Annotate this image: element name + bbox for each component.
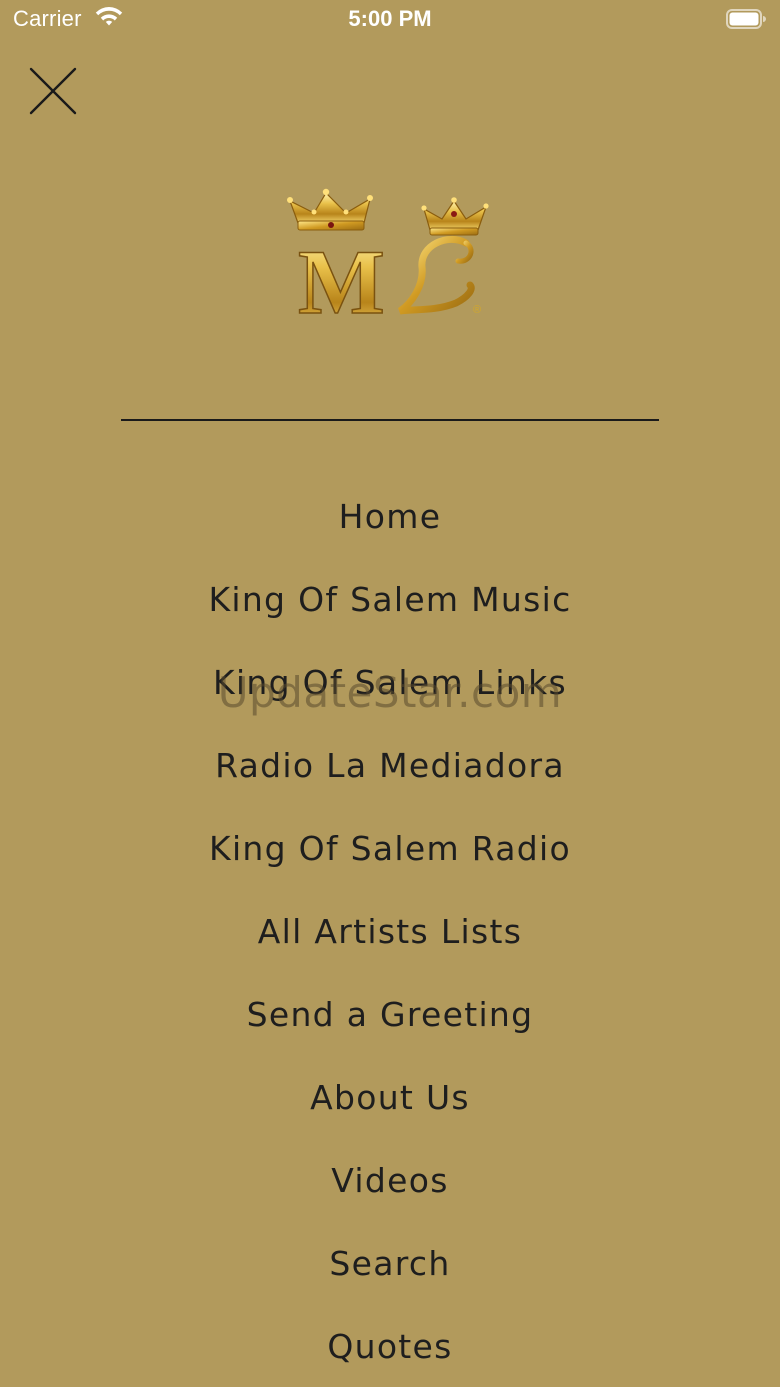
logo-monogram: M — [298, 231, 385, 325]
close-icon — [29, 67, 77, 115]
menu-item-king-of-salem-music[interactable]: King Of Salem Music — [0, 570, 780, 630]
menu-item-quotes[interactable]: Quotes — [0, 1317, 780, 1377]
crown-logo-icon: M ® — [287, 188, 489, 334]
menu-item-radio-la-mediadora[interactable]: Radio La Mediadora — [0, 736, 780, 796]
registered-mark: ® — [473, 304, 481, 316]
menu-item-king-of-salem-links[interactable]: King Of Salem Links — [0, 653, 780, 713]
menu-item-videos[interactable]: Videos — [0, 1151, 780, 1211]
menu-item-send-a-greeting[interactable]: Send a Greeting — [0, 985, 780, 1045]
battery-icon — [726, 9, 766, 29]
status-bar: Carrier 5:00 PM — [0, 0, 780, 40]
divider — [121, 419, 659, 421]
menu-item-home[interactable]: Home — [0, 487, 780, 547]
menu-item-king-of-salem-radio[interactable]: King Of Salem Radio — [0, 819, 780, 879]
status-time: 5:00 PM — [348, 6, 432, 31]
menu-item-all-artists-lists[interactable]: All Artists Lists — [0, 902, 780, 962]
app-logo: M ® — [280, 185, 500, 334]
close-button[interactable] — [26, 64, 80, 118]
menu-item-search[interactable]: Search — [0, 1234, 780, 1294]
menu-item-about-us[interactable]: About Us — [0, 1068, 780, 1128]
